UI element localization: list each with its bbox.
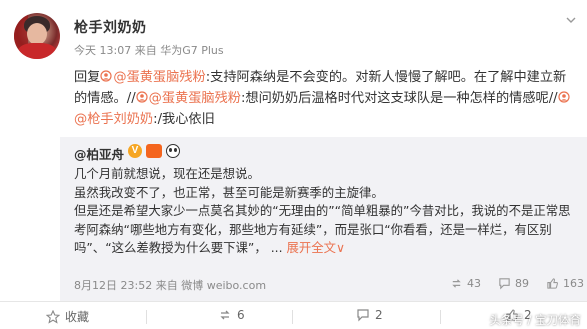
repost-source[interactable]: 微博 weibo.com: [181, 279, 266, 292]
text-segment: :/我心依旧: [153, 112, 215, 127]
comment-button-count: 2: [375, 308, 383, 322]
repost-count: 43: [467, 277, 481, 290]
vip-icon: [146, 144, 162, 158]
repost-paragraph: 虽然我改变不了，也正常，甚至可能是新赛季的主旋律。: [74, 184, 384, 200]
mention-text[interactable]: @蛋黄蛋脑残粉: [149, 91, 241, 106]
avatar[interactable]: [14, 13, 60, 59]
post-text: 回复 @蛋黄蛋脑残粉:支持阿森纳是不会变的。对新人慢慢了解吧。在了解中建立新的情感…: [74, 67, 579, 130]
repost-footer: 8月12日 23:52 来自 微博 weibo.com 43 89 163: [74, 277, 584, 293]
post-time: 今天 13:07: [74, 44, 132, 57]
repost-stat[interactable]: 43: [450, 277, 481, 290]
like-count: 163: [563, 277, 584, 290]
verified-v-icon: V: [128, 144, 142, 158]
panda-icon: [166, 144, 180, 158]
mention-text[interactable]: @枪手刘奶奶: [74, 112, 153, 127]
chevron-down-icon[interactable]: [565, 14, 577, 26]
star-icon: [46, 309, 60, 324]
repost-text: 几个月前就想说，现在还是想说。 虽然我改变不了，也正常，甚至可能是新赛季的主旋律…: [74, 165, 574, 258]
favorite-button[interactable]: 收藏: [46, 308, 89, 325]
repost-paragraph: 但是还是希望大家少一点莫名其妙的“无理由的”“简单粗暴的”今昔对比，我说的不是正…: [74, 202, 574, 258]
divider: [440, 310, 441, 324]
source-prefix: 来自: [134, 44, 157, 57]
repost-author[interactable]: @柏亚舟: [74, 144, 124, 163]
mention-user-icon: [136, 91, 148, 103]
favorite-label: 收藏: [65, 310, 90, 324]
repost-timestamp[interactable]: 8月12日 23:52: [74, 279, 152, 292]
repost-stamp: 8月12日 23:52 来自 微博 weibo.com: [74, 277, 266, 293]
post-source[interactable]: 华为G7 Plus: [160, 44, 223, 57]
mention-user-icon: [100, 70, 112, 82]
expand-full-text-link[interactable]: 展开全文∨: [286, 240, 345, 255]
comment-count: 89: [515, 277, 529, 290]
avatar-face: [27, 23, 47, 45]
watermark: 头条号 / 宝刀体育: [489, 313, 581, 327]
like-stat[interactable]: 163: [546, 277, 584, 290]
expand-label[interactable]: 展开全文: [286, 240, 336, 255]
post-header: 枪手刘奶奶 今天 13:07 来自 华为G7 Plus: [0, 0, 587, 62]
reposted-card[interactable]: @柏亚舟 V 几个月前就想说，现在还是想说。 虽然我改变不了，也正常，甚至可能是…: [60, 137, 587, 301]
comment-icon: [357, 309, 369, 322]
mention-text[interactable]: @蛋黄蛋脑残粉: [113, 70, 205, 85]
ellipsis: ...: [270, 240, 283, 255]
text-segment: :想问奶奶后温格时代对这支球队是一种怎样的情感呢//: [240, 91, 558, 106]
expand-arrow-icon: ∨: [336, 240, 346, 255]
repost-button-count: 6: [237, 308, 245, 322]
comment-icon: [499, 278, 510, 290]
repost-button[interactable]: 6: [218, 308, 245, 322]
author-badges: V: [128, 143, 180, 159]
post-meta: 今天 13:07 来自 华为G7 Plus: [74, 42, 224, 58]
comment-button[interactable]: 2: [356, 308, 383, 322]
divider: [146, 310, 147, 324]
repost-paragraph: 几个月前就想说，现在还是想说。: [74, 166, 260, 181]
mention-user-icon: [557, 91, 570, 103]
mention-link[interactable]: @蛋黄蛋脑残粉: [100, 70, 206, 85]
avatar-scarf: [18, 43, 56, 59]
repost-source-prefix: 来自: [155, 279, 178, 292]
comment-stat[interactable]: 89: [498, 277, 529, 290]
mention-link[interactable]: @蛋黄蛋脑残粉: [136, 91, 241, 106]
username[interactable]: 枪手刘奶奶: [74, 17, 147, 37]
repost-icon: [452, 279, 461, 288]
divider: [292, 310, 293, 324]
repost-icon: [220, 310, 230, 320]
thumbs-up-icon: [547, 278, 558, 289]
reply-word: 回复: [74, 70, 101, 85]
